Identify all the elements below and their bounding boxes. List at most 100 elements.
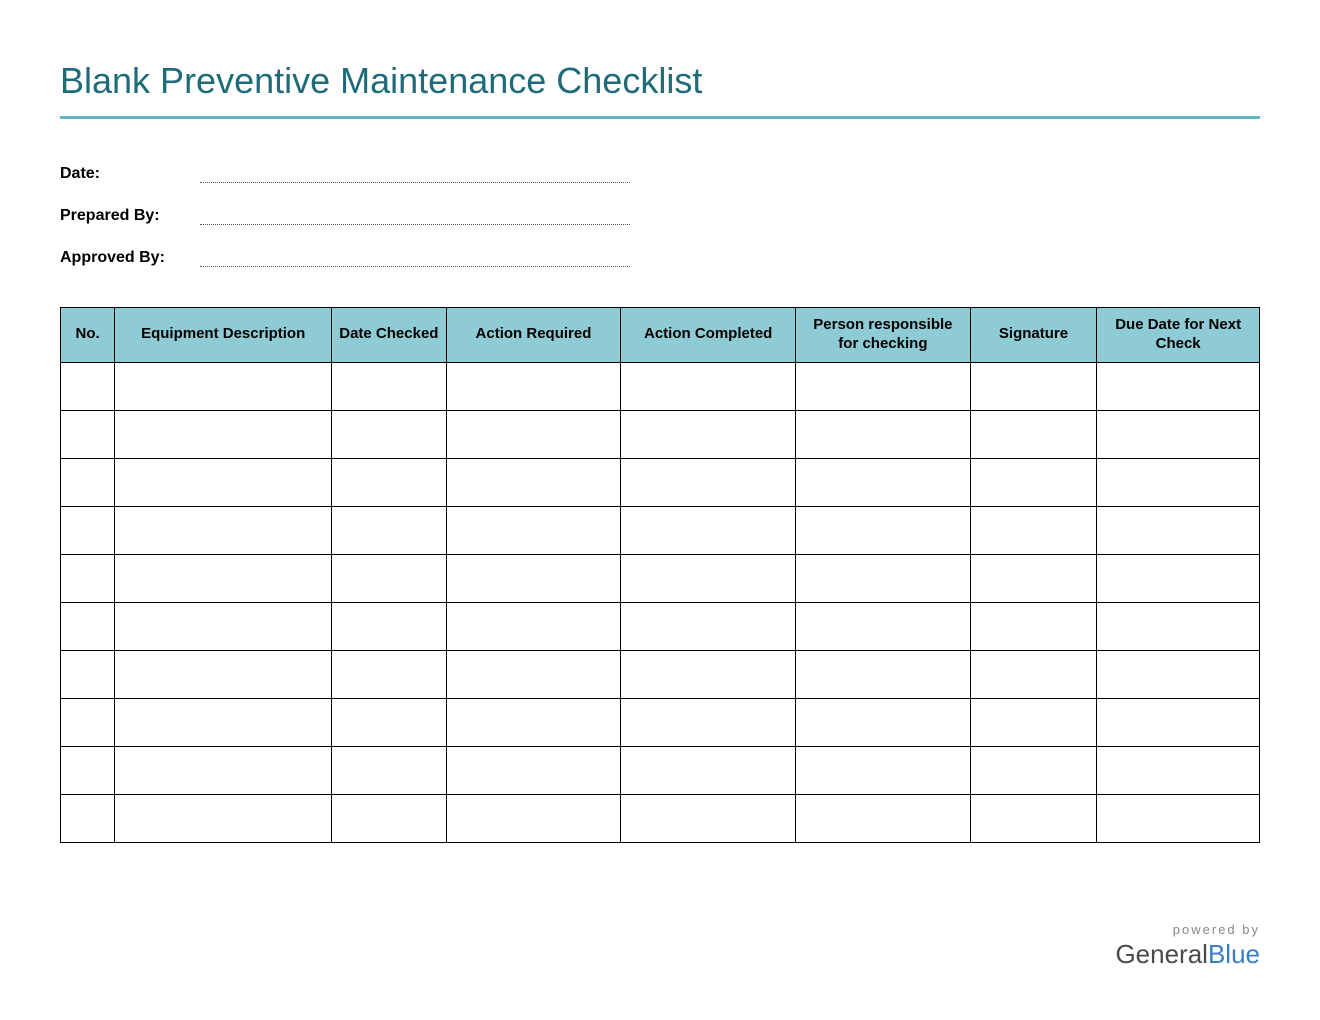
table-row	[61, 458, 1260, 506]
table-cell[interactable]	[446, 650, 621, 698]
table-cell[interactable]	[115, 458, 332, 506]
table-cell[interactable]	[621, 698, 796, 746]
table-cell[interactable]	[796, 458, 971, 506]
brand-general: General	[1115, 939, 1208, 969]
table-cell[interactable]	[970, 506, 1097, 554]
table-cell[interactable]	[115, 602, 332, 650]
table-cell[interactable]	[61, 362, 115, 410]
meta-block: Date: Prepared By: Approved By:	[60, 159, 1260, 267]
table-cell[interactable]	[621, 746, 796, 794]
table-cell[interactable]	[115, 506, 332, 554]
table-cell[interactable]	[970, 746, 1097, 794]
table-cell[interactable]	[621, 554, 796, 602]
approved-by-line[interactable]	[200, 266, 630, 267]
checklist-table: No. Equipment Description Date Checked A…	[60, 307, 1260, 843]
table-cell[interactable]	[1097, 458, 1260, 506]
table-cell[interactable]	[796, 410, 971, 458]
table-cell[interactable]	[61, 602, 115, 650]
brand-blue: Blue	[1208, 939, 1260, 969]
table-cell[interactable]	[1097, 602, 1260, 650]
table-cell[interactable]	[621, 458, 796, 506]
table-cell[interactable]	[115, 554, 332, 602]
table-cell[interactable]	[621, 506, 796, 554]
table-row	[61, 410, 1260, 458]
table-cell[interactable]	[796, 746, 971, 794]
header-due-date: Due Date for Next Check	[1097, 308, 1260, 363]
table-cell[interactable]	[796, 362, 971, 410]
table-cell[interactable]	[332, 362, 446, 410]
table-cell[interactable]	[446, 554, 621, 602]
table-cell[interactable]	[446, 698, 621, 746]
table-cell[interactable]	[61, 794, 115, 842]
table-cell[interactable]	[446, 362, 621, 410]
table-cell[interactable]	[332, 698, 446, 746]
table-cell[interactable]	[332, 554, 446, 602]
prepared-by-line[interactable]	[200, 224, 630, 225]
table-cell[interactable]	[332, 506, 446, 554]
header-signature: Signature	[970, 308, 1097, 363]
table-cell[interactable]	[796, 698, 971, 746]
table-cell[interactable]	[970, 650, 1097, 698]
prepared-by-label: Prepared By:	[60, 207, 200, 225]
table-cell[interactable]	[970, 602, 1097, 650]
table-cell[interactable]	[796, 602, 971, 650]
table-cell[interactable]	[621, 602, 796, 650]
page-title: Blank Preventive Maintenance Checklist	[60, 60, 1260, 108]
table-cell[interactable]	[970, 554, 1097, 602]
table-cell[interactable]	[332, 650, 446, 698]
table-cell[interactable]	[1097, 362, 1260, 410]
table-row	[61, 650, 1260, 698]
table-cell[interactable]	[332, 746, 446, 794]
table-cell[interactable]	[1097, 794, 1260, 842]
table-cell[interactable]	[446, 506, 621, 554]
approved-by-label: Approved By:	[60, 249, 200, 267]
table-row	[61, 362, 1260, 410]
table-cell[interactable]	[796, 650, 971, 698]
table-cell[interactable]	[61, 410, 115, 458]
table-cell[interactable]	[115, 794, 332, 842]
table-cell[interactable]	[61, 458, 115, 506]
table-cell[interactable]	[970, 458, 1097, 506]
table-cell[interactable]	[332, 794, 446, 842]
table-cell[interactable]	[970, 698, 1097, 746]
table-cell[interactable]	[970, 362, 1097, 410]
table-cell[interactable]	[115, 650, 332, 698]
table-cell[interactable]	[115, 698, 332, 746]
table-cell[interactable]	[796, 794, 971, 842]
table-cell[interactable]	[970, 410, 1097, 458]
table-cell[interactable]	[621, 410, 796, 458]
table-cell[interactable]	[1097, 746, 1260, 794]
table-cell[interactable]	[61, 506, 115, 554]
footer: powered by GeneralBlue	[1115, 922, 1260, 970]
table-cell[interactable]	[115, 410, 332, 458]
table-cell[interactable]	[446, 458, 621, 506]
table-cell[interactable]	[1097, 506, 1260, 554]
table-cell[interactable]	[332, 602, 446, 650]
table-cell[interactable]	[332, 458, 446, 506]
table-cell[interactable]	[61, 650, 115, 698]
table-cell[interactable]	[796, 506, 971, 554]
table-cell[interactable]	[115, 362, 332, 410]
table-cell[interactable]	[332, 410, 446, 458]
table-cell[interactable]	[1097, 650, 1260, 698]
date-label: Date:	[60, 165, 200, 183]
table-cell[interactable]	[115, 746, 332, 794]
table-cell[interactable]	[1097, 554, 1260, 602]
table-cell[interactable]	[621, 362, 796, 410]
date-line[interactable]	[200, 182, 630, 183]
table-cell[interactable]	[61, 746, 115, 794]
table-cell[interactable]	[446, 794, 621, 842]
table-cell[interactable]	[446, 410, 621, 458]
table-cell[interactable]	[1097, 698, 1260, 746]
table-cell[interactable]	[1097, 410, 1260, 458]
table-cell[interactable]	[61, 554, 115, 602]
table-cell[interactable]	[446, 746, 621, 794]
table-cell[interactable]	[621, 650, 796, 698]
header-person: Person responsible for checking	[796, 308, 971, 363]
table-cell[interactable]	[796, 554, 971, 602]
table-cell[interactable]	[621, 794, 796, 842]
table-row	[61, 554, 1260, 602]
table-cell[interactable]	[61, 698, 115, 746]
table-cell[interactable]	[446, 602, 621, 650]
table-cell[interactable]	[970, 794, 1097, 842]
